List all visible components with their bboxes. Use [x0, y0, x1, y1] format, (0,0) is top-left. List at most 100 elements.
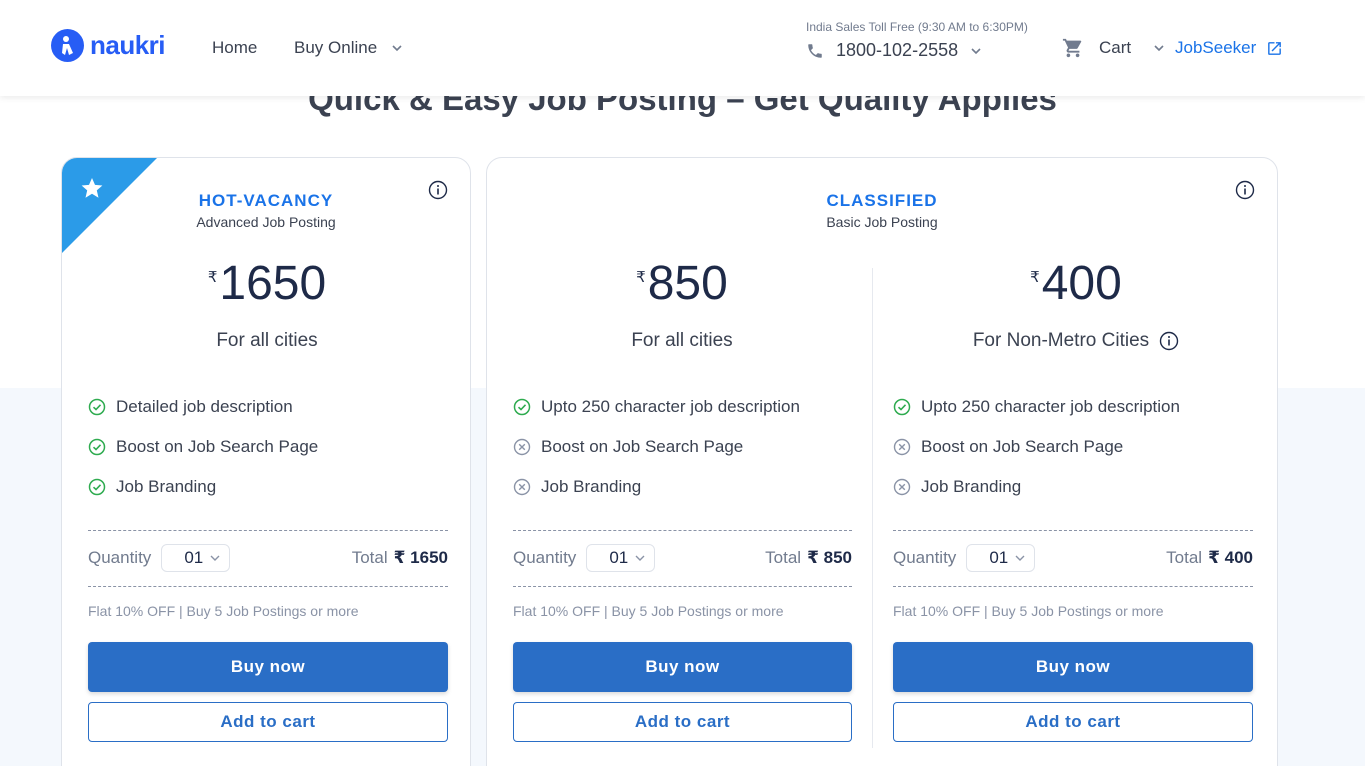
total-price: Total ₹ 1650	[352, 548, 448, 568]
phone-icon	[808, 43, 822, 58]
total-value: ₹ 1650	[393, 548, 448, 567]
plan-subtitle: Basic Job Posting	[826, 214, 938, 230]
add-to-cart-button[interactable]: Add to cart	[513, 702, 852, 742]
currency-symbol: ₹	[636, 269, 646, 286]
check-circle-icon	[893, 398, 911, 416]
chevron-down-icon	[971, 47, 981, 54]
offer-text: Flat 10% OFF | Buy 5 Job Postings or mor…	[513, 603, 784, 619]
add-to-cart-button[interactable]: Add to cart	[893, 702, 1253, 742]
feature-list: Upto 250 character job description Boost…	[893, 387, 1180, 507]
toll-free-label: India Sales Toll Free (9:30 AM to 6:30PM…	[806, 20, 1028, 34]
jobseeker-label: JobSeeker	[1175, 38, 1257, 57]
city-label: For all cities	[631, 330, 733, 351]
cross-circle-icon	[893, 478, 911, 496]
chevron-down-icon	[1154, 45, 1164, 52]
quantity-label: Quantity	[513, 548, 577, 567]
feature-item: Job Branding	[513, 467, 800, 507]
buy-now-button[interactable]: Buy now	[88, 642, 448, 692]
feature-item: Boost on Job Search Page	[88, 427, 318, 467]
chevron-down-icon	[635, 555, 645, 561]
quantity-select[interactable]: 01	[586, 544, 656, 572]
quantity-row: Quantity 01 Total ₹ 850	[513, 544, 852, 572]
city-label: For all cities	[216, 330, 318, 351]
total-label: Total	[1166, 548, 1203, 567]
feature-item: Boost on Job Search Page	[893, 427, 1180, 467]
offer-text: Flat 10% OFF | Buy 5 Job Postings or mor…	[88, 603, 359, 619]
feature-list: Upto 250 character job description Boost…	[513, 387, 800, 507]
feature-text: Job Branding	[921, 477, 1022, 496]
site-header: naukri Home Buy Online India Sales Toll …	[0, 0, 1365, 96]
feature-item: Upto 250 character job description	[513, 387, 800, 427]
hot-vacancy-plan-card: HOT-VACANCY Advanced Job Posting ₹1650 F…	[61, 157, 471, 766]
buy-now-button[interactable]: Buy now	[893, 642, 1253, 692]
check-circle-icon	[88, 398, 106, 416]
quantity-value: 01	[989, 548, 1009, 567]
quantity-row: Quantity 01 Total ₹ 1650	[88, 544, 448, 572]
nav-home-link[interactable]: Home	[212, 38, 257, 58]
cart-label: Cart	[1099, 38, 1132, 57]
total-price: Total ₹ 400	[1166, 548, 1253, 568]
buy-now-button[interactable]: Buy now	[513, 642, 852, 692]
chevron-down-icon	[210, 555, 220, 561]
cart-link[interactable]: Cart	[1061, 37, 1131, 59]
quantity-label: Quantity	[893, 548, 957, 567]
feature-text: Job Branding	[541, 477, 642, 496]
cross-circle-icon	[513, 438, 531, 456]
quantity-select[interactable]: 01	[161, 544, 231, 572]
total-value: ₹ 850	[807, 548, 852, 567]
check-circle-icon	[88, 438, 106, 456]
city-label: For Non-Metro Cities	[972, 330, 1150, 351]
feature-item: Upto 250 character job description	[893, 387, 1180, 427]
feature-text: Boost on Job Search Page	[921, 437, 1124, 456]
info-icon[interactable]	[1159, 331, 1179, 351]
price-amount: 850	[647, 257, 728, 310]
feature-text: Upto 250 character job description	[921, 397, 1180, 416]
currency-symbol: ₹	[1030, 269, 1040, 286]
dashed-divider	[88, 530, 448, 531]
chevron-down-icon	[392, 45, 402, 52]
chevron-down-icon	[1015, 555, 1025, 561]
currency-symbol: ₹	[207, 269, 218, 286]
total-value: ₹ 400	[1208, 548, 1253, 567]
naukri-logo-icon	[51, 29, 84, 62]
plan-price: ₹400	[873, 256, 1277, 311]
quantity-value: 01	[184, 548, 204, 567]
quantity-value: 01	[609, 548, 629, 567]
dashed-divider	[513, 530, 852, 531]
sales-phone-menu[interactable]: 1800-102-2558	[806, 40, 982, 61]
plan-price: ₹850	[487, 256, 877, 311]
cross-circle-icon	[893, 438, 911, 456]
phone-number: 1800-102-2558	[836, 40, 959, 60]
dashed-divider	[893, 530, 1253, 531]
nav-buy-online-label: Buy Online	[294, 38, 378, 57]
feature-text: Upto 250 character job description	[541, 397, 800, 416]
plan-price: ₹1650	[62, 256, 470, 311]
external-link-icon	[1268, 41, 1282, 55]
total-label: Total	[351, 548, 388, 567]
feature-item: Job Branding	[893, 467, 1180, 507]
plan-name: HOT-VACANCY	[198, 191, 334, 210]
nav-buy-online-menu[interactable]: Buy Online	[294, 38, 403, 58]
add-to-cart-button[interactable]: Add to cart	[88, 702, 448, 742]
offer-text: Flat 10% OFF | Buy 5 Job Postings or mor…	[893, 603, 1164, 619]
price-amount: 1650	[219, 257, 327, 310]
feature-text: Boost on Job Search Page	[541, 437, 744, 456]
quantity-select[interactable]: 01	[966, 544, 1036, 572]
price-amount: 400	[1041, 257, 1122, 310]
feature-text: Detailed job description	[116, 397, 293, 416]
feature-text: Boost on Job Search Page	[116, 437, 319, 456]
dashed-divider	[513, 586, 852, 587]
quantity-label: Quantity	[88, 548, 152, 567]
cross-circle-icon	[513, 478, 531, 496]
plan-name: CLASSIFIED	[826, 191, 938, 210]
jobseeker-link[interactable]: JobSeeker	[1153, 38, 1283, 58]
total-price: Total ₹ 850	[765, 548, 852, 568]
feature-item: Detailed job description	[88, 387, 318, 427]
quantity-row: Quantity 01 Total ₹ 400	[893, 544, 1253, 572]
city-label-row: For Non-Metro Cities	[873, 330, 1277, 352]
plan-subtitle: Advanced Job Posting	[196, 214, 336, 230]
cart-icon	[1062, 38, 1082, 58]
naukri-logo[interactable]: naukri	[51, 29, 166, 62]
check-circle-icon	[88, 478, 106, 496]
dashed-divider	[893, 586, 1253, 587]
